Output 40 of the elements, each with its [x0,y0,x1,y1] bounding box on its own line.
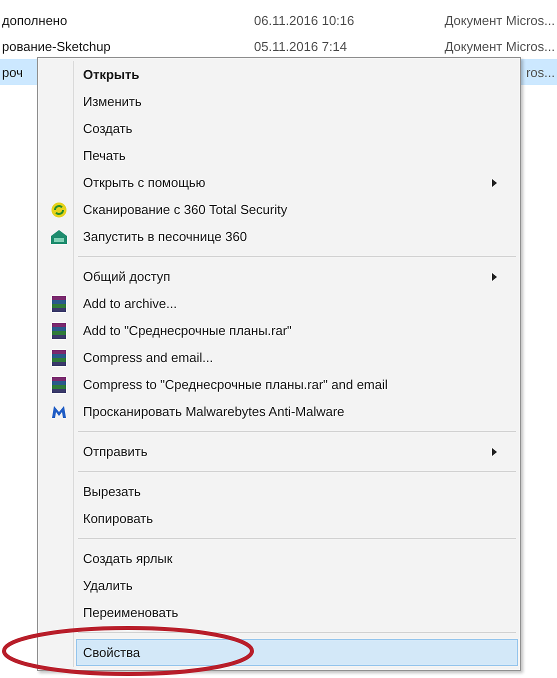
submenu-arrow-icon [492,273,497,281]
menu-item[interactable]: Создать ярлык [40,545,518,572]
refresh-circle-icon [51,202,67,218]
menu-item[interactable]: Копировать [40,505,518,532]
books-stack-icon [52,350,66,366]
menu-item[interactable]: Переименовать [40,599,518,626]
menu-item[interactable]: Отправить [40,438,518,465]
file-name: роч [2,64,23,80]
books-stack-icon [52,296,66,312]
books-stack-icon [52,322,66,338]
menu-item[interactable]: Сканирование с 360 Total Security [40,196,518,223]
file-type: Документ Micros... [444,12,555,28]
menu-item[interactable]: Удалить [40,572,518,599]
menu-item[interactable]: Запустить в песочнице 360 [40,223,518,250]
menu-item[interactable]: Просканировать Malwarebytes Anti-Malware [40,398,518,425]
menu-item[interactable]: Compress to "Среднесрочные планы.rar" and email [40,371,518,398]
house-icon [51,230,67,244]
submenu-arrow-icon [492,179,497,187]
menu-item[interactable]: Печать [40,142,518,169]
file-type: ros... [526,64,555,80]
menu-item[interactable]: Compress and email... [40,344,518,371]
menu-item[interactable]: Add to "Среднесрочные планы.rar" [40,317,518,344]
menu-item[interactable]: Открыть с помощью [40,169,518,196]
books-stack-icon [52,376,66,392]
menu-item[interactable]: Открыть [40,61,518,88]
file-name: дополнено [2,12,68,28]
m-logo-icon [51,404,67,418]
file-row[interactable]: дополнено 06.11.2016 10:16 Документ Micros... [0,7,557,33]
file-date: 06.11.2016 10:16 [254,12,356,28]
menu-item[interactable]: Вырезать [40,478,518,505]
menu-item[interactable]: Создать [40,115,518,142]
file-type: Документ Micros... [444,38,555,54]
menu-item[interactable]: Общий доступ [40,263,518,290]
file-row[interactable]: рование-Sketchup 05.11.2016 7:14 Документ Micros... [0,33,557,59]
file-name: рование-Sketchup [2,38,111,54]
submenu-arrow-icon [492,448,497,456]
file-date: 05.11.2016 7:14 [254,38,348,54]
menu-item[interactable]: Свойства [76,639,518,666]
menu-item[interactable]: Изменить [40,88,518,115]
menu-item[interactable]: Add to archive... [40,290,518,317]
